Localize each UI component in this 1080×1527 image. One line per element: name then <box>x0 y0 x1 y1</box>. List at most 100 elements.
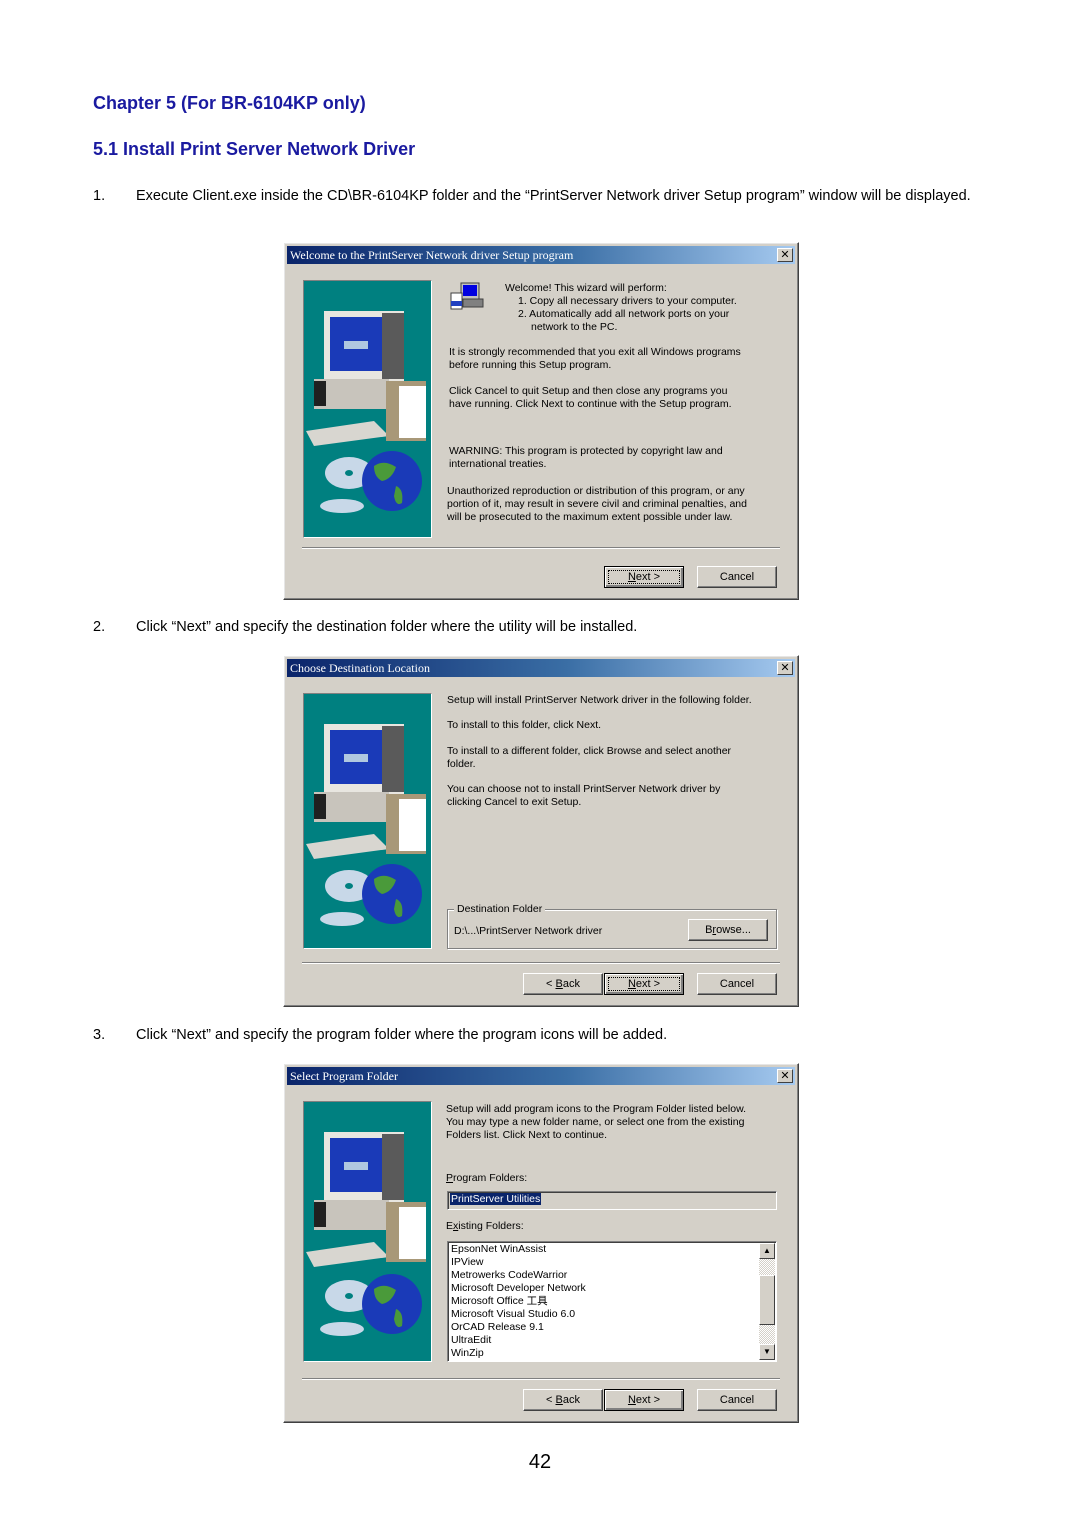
close-button[interactable]: ✕ <box>777 661 793 675</box>
next-button[interactable]: Next > <box>604 973 684 995</box>
destination-path: D:\...\PrintServer Network driver <box>454 925 603 937</box>
separator <box>302 962 780 964</box>
welcome-list-item-2: 2. Automatically add all network ports o… <box>518 308 730 320</box>
next-label: ext > <box>635 978 661 990</box>
back-label-rest: ack <box>562 1394 580 1406</box>
intro-line-3: Folders list. Click Next to continue. <box>446 1129 608 1141</box>
computer-globe-illustration <box>306 311 426 513</box>
next-button[interactable]: Next > <box>604 1389 684 1411</box>
program-folders-accel: P <box>446 1172 454 1184</box>
recommend-text-line-1: It is strongly recommended that you exit… <box>449 346 741 358</box>
dialog-title: Select Program Folder <box>290 1069 398 1083</box>
globe-icon <box>362 451 422 511</box>
cancel-info-line-1: Click Cancel to quit Setup and then clos… <box>449 385 728 397</box>
existing-label-rest: isting Folders: <box>458 1220 524 1232</box>
keyboard-icon <box>306 834 389 859</box>
globe-icon <box>362 1274 422 1334</box>
back-accel: B <box>555 978 563 990</box>
list-item[interactable]: Microsoft Visual Studio 6.0 <box>448 1308 776 1321</box>
cancel-label: Cancel <box>719 1394 755 1406</box>
separator <box>302 1378 780 1380</box>
keyboard-icon <box>306 1242 389 1267</box>
next-accel: N <box>627 978 636 990</box>
wizard-icon <box>449 281 485 313</box>
list-item[interactable]: Microsoft Office 工具 <box>448 1295 776 1308</box>
back-label-pre: < <box>546 1394 556 1406</box>
back-button[interactable]: < Back <box>523 973 603 995</box>
program-folders-label-text: rogram Folders: <box>453 1172 528 1184</box>
computer-globe-illustration <box>306 724 426 926</box>
legal-line-1: Unauthorized reproduction or distributio… <box>447 485 745 497</box>
browse-button[interactable]: Browse... <box>688 919 768 941</box>
section-heading: 5.1 Install Print Server Network Driver <box>93 139 416 159</box>
setup-illustration <box>303 1101 432 1362</box>
list-item[interactable]: IPView <box>448 1256 776 1269</box>
cancel-info-line-1: You can choose not to install PrintServe… <box>447 783 721 795</box>
legal-line-2: portion of it, may result in severe civi… <box>447 498 747 510</box>
browse-label-rest: owse... <box>716 924 751 936</box>
list-item[interactable]: OrCAD Release 9.1 <box>448 1321 776 1334</box>
cancel-info-line-2: clicking Cancel to exit Setup. <box>447 796 582 808</box>
separator <box>302 547 780 549</box>
welcome-list-item-2-cont: network to the PC. <box>531 321 618 333</box>
title-bar[interactable]: Choose Destination Location ✕ <box>287 659 795 677</box>
step-number: 2. <box>93 619 106 635</box>
existing-folders-list[interactable]: EpsonNet WinAssist IPView Metrowerks Cod… <box>447 1241 777 1362</box>
cancel-button[interactable]: Cancel <box>697 973 777 995</box>
next-accel: N <box>627 1394 636 1406</box>
scroll-down-button[interactable]: ▼ <box>759 1344 775 1360</box>
install-here-text: To install to this folder, click Next. <box>447 719 602 731</box>
back-label-rest: ack <box>562 978 580 990</box>
list-item[interactable]: Microsoft Developer Network <box>448 1282 776 1295</box>
program-folder-value: PrintServer Utilities <box>450 1193 542 1205</box>
cancel-button[interactable]: Cancel <box>697 566 777 588</box>
list-item[interactable]: UltraEdit <box>448 1334 776 1347</box>
program-folder-dialog: Select Program Folder ✕ Setup will add p… <box>283 1063 799 1423</box>
dialog-title: Welcome to the PrintServer Network drive… <box>290 248 574 262</box>
warning-line-1: WARNING: This program is protected by co… <box>449 445 723 457</box>
cancel-button[interactable]: Cancel <box>697 1389 777 1411</box>
chapter-heading: Chapter 5 (For BR-6104KP only) <box>93 93 366 113</box>
destination-folder-group: Destination Folder D:\...\PrintServer Ne… <box>447 902 777 949</box>
scroll-up-button[interactable]: ▲ <box>759 1243 775 1259</box>
intro-line-1: Setup will add program icons to the Prog… <box>446 1103 746 1115</box>
list-item[interactable]: Metrowerks CodeWarrior <box>448 1269 776 1282</box>
welcome-intro: Welcome! This wizard will perform: <box>505 282 667 294</box>
arrow-up-icon: ▲ <box>763 1246 771 1255</box>
welcome-list-item-1: 1. Copy all necessary drivers to your co… <box>518 295 737 307</box>
title-bar[interactable]: Welcome to the PrintServer Network drive… <box>287 246 795 264</box>
cancel-label: Cancel <box>719 571 755 583</box>
next-button[interactable]: Next > <box>604 566 684 588</box>
scroll-thumb[interactable] <box>759 1275 775 1325</box>
existing-label-pre: E <box>446 1220 454 1232</box>
cancel-info-line-2: have running. Click Next to continue wit… <box>449 398 732 410</box>
back-accel: B <box>555 1394 563 1406</box>
destination-dialog: Choose Destination Location ✕ Setup will… <box>283 655 799 1007</box>
close-button[interactable]: ✕ <box>777 248 793 262</box>
intro-line-2: You may type a new folder name, or selec… <box>446 1116 745 1128</box>
step-number: 1. <box>93 188 106 204</box>
title-bar[interactable]: Select Program Folder ✕ <box>287 1067 795 1085</box>
back-button[interactable]: < Back <box>523 1389 603 1411</box>
program-folder-input[interactable]: PrintServer Utilities <box>447 1191 777 1210</box>
close-button[interactable]: ✕ <box>777 1069 793 1083</box>
setup-illustration <box>303 693 432 949</box>
step-text: Click “Next” and specify the destination… <box>136 619 638 635</box>
program-folders-label: Program Folders: <box>446 1172 527 1185</box>
next-accel: N <box>627 571 636 583</box>
next-label: ext > <box>635 1394 661 1406</box>
next-label: ext > <box>635 571 661 583</box>
welcome-dialog: Welcome to the PrintServer Network drive… <box>283 242 799 600</box>
legal-line-3: will be prosecuted to the maximum extent… <box>447 511 733 523</box>
step-number: 3. <box>93 1027 106 1043</box>
vertical-scrollbar[interactable]: ▲ ▼ <box>759 1243 775 1360</box>
page-number: 42 <box>528 1451 552 1473</box>
back-label-pre: < <box>546 978 556 990</box>
dialog-title: Choose Destination Location <box>290 661 430 675</box>
list-item[interactable]: WinZip <box>448 1347 776 1360</box>
arrow-down-icon: ▼ <box>763 1347 771 1356</box>
list-item[interactable]: EpsonNet WinAssist <box>448 1243 776 1256</box>
warning-line-2: international treaties. <box>449 458 547 470</box>
keyboard-icon <box>306 421 389 446</box>
browse-info-line-2: folder. <box>447 758 476 770</box>
